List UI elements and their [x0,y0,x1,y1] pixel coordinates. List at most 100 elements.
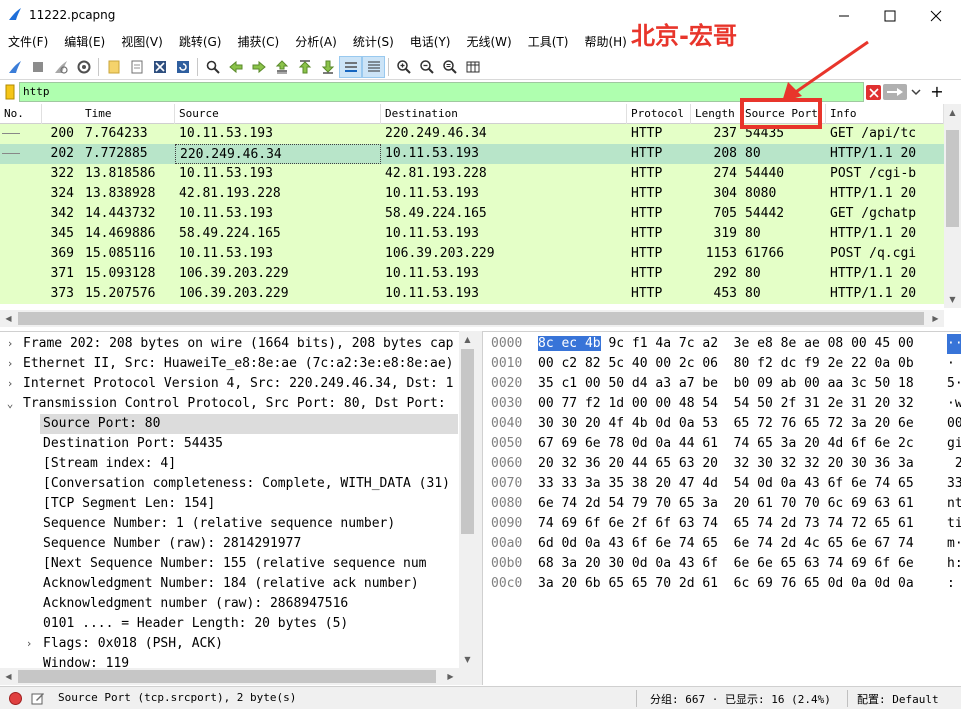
hex-row[interactable]: 0090 74 69 6f 6e 2f 6f 63 74 65 74 2d 73 … [483,514,961,534]
scroll-up-icon[interactable]: ▲ [944,104,961,121]
scroll-thumb[interactable] [18,670,436,683]
column-header-source[interactable]: Source [175,104,381,124]
menu-help[interactable]: 帮助(H) [579,31,631,53]
reload-file-button[interactable] [171,56,194,78]
scroll-down-icon[interactable]: ▼ [459,651,476,668]
hex-row[interactable]: 0050 67 69 6e 78 0d 0a 44 61 74 65 3a 20 … [483,434,961,454]
tree-item[interactable]: ⌄ Transmission Control Protocol, Src Port… [0,394,460,414]
column-header-info[interactable]: Info [826,104,944,124]
tree-item[interactable]: › Frame 202: 208 bytes on wire (1664 bits… [0,334,460,354]
menu-go[interactable]: 跳转(G) [174,31,227,53]
packet-row[interactable]: 200 7.764233 10.11.53.193 220.249.46.34 HTTP… [0,124,944,144]
hex-row[interactable]: 00c0 3a 20 6b 65 65 70 2d 61 6c 69 76 65 … [483,574,961,594]
tree-item[interactable]: Sequence Number: 1 (relative sequence nu… [0,514,460,534]
stop-capture-button[interactable] [26,56,49,78]
close-window-button[interactable] [913,0,959,31]
scroll-right-icon[interactable]: ▶ [927,310,944,327]
scroll-right-icon[interactable]: ▶ [442,668,459,685]
tree-item[interactable]: 0101 .... = Header Length: 20 bytes (5) [0,614,460,634]
scroll-thumb[interactable] [18,312,924,325]
hex-row[interactable]: 0040 30 30 20 4f 4b 0d 0a 53 65 72 76 65 … [483,414,961,434]
maximize-button[interactable] [867,0,913,31]
packet-row[interactable]: 324 13.838928 42.81.193.228 10.11.53.193 HTT… [0,184,944,204]
menu-edit[interactable]: 编辑(E) [59,31,110,53]
find-packet-button[interactable] [201,56,224,78]
tree-item[interactable]: [Stream index: 4] [0,454,460,474]
chevron-right-icon[interactable]: › [22,634,36,654]
column-header-no[interactable]: No. [0,104,42,124]
tree-item[interactable]: [TCP Segment Len: 154] [0,494,460,514]
packet-list-vertical-scrollbar[interactable]: ▲ ▼ [944,104,961,308]
go-back-button[interactable] [224,56,247,78]
capture-options-button[interactable] [72,56,95,78]
minimize-button[interactable] [821,0,867,31]
colorize-button[interactable] [362,55,385,78]
hex-row[interactable]: 0060 20 32 36 20 44 65 63 20 32 30 32 32 … [483,454,961,474]
go-last-button[interactable] [316,56,339,78]
chevron-right-icon[interactable]: › [3,354,17,374]
hex-row[interactable]: 0010 00 c2 82 5c 40 00 2c 06 80 f2 dc f9 … [483,354,961,374]
scroll-left-icon[interactable]: ◀ [0,310,17,327]
packet-list-horizontal-scrollbar[interactable]: ◀ ▶ [0,310,944,327]
scroll-thumb[interactable] [461,349,474,534]
autoscroll-button[interactable] [339,55,362,78]
packet-row[interactable]: 342 14.443732 10.11.53.193 58.49.224.165 HTT… [0,204,944,224]
clear-filter-button[interactable] [866,85,881,100]
open-file-button[interactable] [102,56,125,78]
zoom-reset-button[interactable] [438,56,461,78]
hex-row[interactable]: 0030 00 77 f2 1d 00 00 48 54 54 50 2f 31 … [483,394,961,414]
tree-item[interactable]: Acknowledgment number (raw): 2868947516 [0,594,460,614]
packet-row[interactable]: 322 13.818586 10.11.53.193 42.81.193.228 HTT… [0,164,944,184]
zoom-out-button[interactable] [415,56,438,78]
edit-comment-icon[interactable] [31,691,45,705]
tree-item[interactable]: Sequence Number (raw): 2814291977 [0,534,460,554]
close-file-button[interactable] [148,56,171,78]
tree-item[interactable]: [Next Sequence Number: 155 (relative seq… [0,554,460,574]
status-profile[interactable]: 配置: Default [857,691,939,707]
packet-row[interactable]: 345 14.469886 58.49.224.165 10.11.53.193 HTT… [0,224,944,244]
chevron-down-icon[interactable]: ⌄ [3,394,17,414]
zoom-in-button[interactable] [392,56,415,78]
column-header-time[interactable]: Time [81,104,175,124]
hex-row[interactable]: 00a0 6d 0d 0a 43 6f 6e 74 65 6e 74 2d 4c … [483,534,961,554]
menu-tools[interactable]: 工具(T) [523,31,574,53]
apply-filter-button[interactable] [883,84,907,100]
column-header-source-port[interactable]: Source Port [741,104,826,124]
tree-item[interactable]: Acknowledgment Number: 184 (relative ack… [0,574,460,594]
expert-info-icon[interactable] [9,692,22,705]
hex-row[interactable]: 0000 8c ec 4b 9c f1 4a 7c a2 3e e8 8e ae … [483,334,961,354]
tree-item[interactable]: › Ethernet II, Src: HuaweiTe_e8:8e:ae (7c… [0,354,460,374]
column-header-length[interactable]: Length [691,104,741,124]
start-capture-button[interactable] [3,56,26,78]
details-vertical-scrollbar[interactable]: ▲ ▼ [459,331,476,668]
menu-wireless[interactable]: 无线(W) [462,31,517,53]
restart-capture-button[interactable] [49,56,72,78]
column-header-protocol[interactable]: Protocol [627,104,691,124]
scroll-thumb[interactable] [946,130,959,227]
go-to-packet-button[interactable] [270,56,293,78]
packet-row[interactable]: 371 15.093128 106.39.203.229 10.11.53.193 HT… [0,264,944,284]
tree-item[interactable]: [Conversation completeness: Complete, WI… [0,474,460,494]
add-filter-button[interactable]: + [928,81,946,101]
column-header-destination[interactable]: Destination [381,104,627,124]
chevron-right-icon[interactable]: › [3,334,17,354]
menu-telephony[interactable]: 电话(Y) [405,31,456,53]
hex-row[interactable]: 0020 35 c1 00 50 d4 a3 a7 be b0 09 ab 00 … [483,374,961,394]
menu-statistics[interactable]: 统计(S) [348,31,399,53]
tree-item[interactable]: Destination Port: 54435 [0,434,460,454]
filter-bookmark-button[interactable] [2,83,18,101]
packet-row[interactable]: 202 7.772885 220.249.46.34 10.11.53.193 HTTP… [0,144,944,164]
display-filter-input[interactable]: http [19,82,864,102]
save-file-button[interactable] [125,56,148,78]
scroll-left-icon[interactable]: ◀ [0,668,17,685]
scroll-up-icon[interactable]: ▲ [459,331,476,348]
go-first-button[interactable] [293,56,316,78]
tree-item[interactable]: › Flags: 0x018 (PSH, ACK) [0,634,460,654]
packet-row[interactable]: 373 15.207576 106.39.203.229 10.11.53.193 HT… [0,284,944,304]
resize-columns-button[interactable] [461,56,484,78]
go-forward-button[interactable] [247,56,270,78]
details-horizontal-scrollbar[interactable]: ◀ ▶ [0,668,476,685]
hex-row[interactable]: 0070 33 33 3a 35 38 20 47 4d 54 0d 0a 43 … [483,474,961,494]
tree-item[interactable]: Source Port: 80 [40,414,458,434]
menu-view[interactable]: 视图(V) [116,31,168,53]
